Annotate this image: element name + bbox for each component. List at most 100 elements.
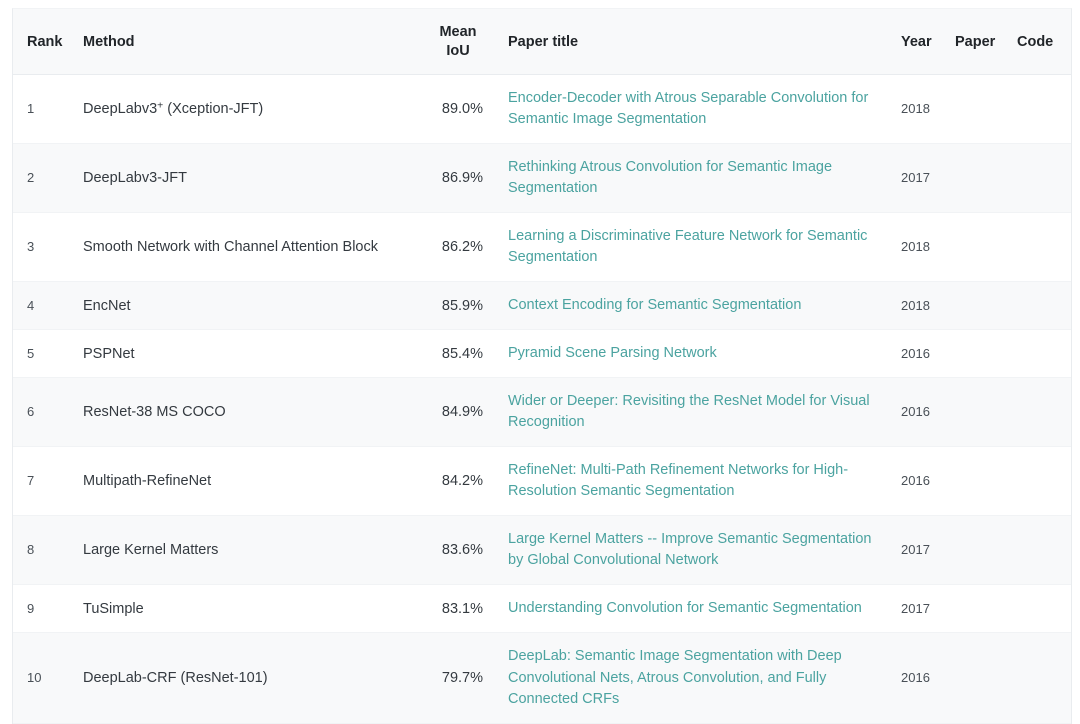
leaderboard-page: Rank Method Mean IoU Paper title Year Pa… xyxy=(0,0,1080,692)
method-name-prefix: DeepLabv3 xyxy=(83,101,157,117)
cell-paper-link[interactable] xyxy=(951,516,1013,585)
paper-title-link[interactable]: Rethinking Atrous Convolution for Semant… xyxy=(508,157,885,199)
cell-paper-title: Large Kernel Matters -- Improve Semantic… xyxy=(495,516,899,585)
cell-mean-iou: 83.1% xyxy=(423,585,495,633)
cell-method: TuSimple xyxy=(71,585,423,633)
cell-method: Smooth Network with Channel Attention Bl… xyxy=(71,213,423,282)
cell-code-link[interactable] xyxy=(1013,516,1071,585)
cell-code-link[interactable] xyxy=(1013,585,1071,633)
cell-paper-title: Understanding Convolution for Semantic S… xyxy=(495,585,899,633)
cell-code-link[interactable] xyxy=(1013,144,1071,213)
cell-paper-title: Learning a Discriminative Feature Networ… xyxy=(495,213,899,282)
table-row[interactable]: 7Multipath-RefineNet84.2% RefineNet: Mult… xyxy=(13,447,1071,516)
cell-mean-iou: 85.4% xyxy=(423,330,495,378)
cell-year: 2016 xyxy=(899,633,951,723)
table-row[interactable]: 9TuSimple83.1% Understanding Convolution … xyxy=(13,585,1071,633)
column-header-mean-iou-line1: Mean xyxy=(439,24,476,40)
cell-rank: 1 xyxy=(13,75,71,144)
cell-mean-iou: 85.9% xyxy=(423,282,495,330)
cell-mean-iou: 89.0% xyxy=(423,75,495,144)
cell-code-link[interactable] xyxy=(1013,282,1071,330)
column-header-paper-title[interactable]: Paper title xyxy=(495,9,899,75)
table-row[interactable]: 4EncNet85.9% Context Encoding for Semanti… xyxy=(13,282,1071,330)
cell-paper-link[interactable] xyxy=(951,633,1013,723)
cell-year: 2017 xyxy=(899,144,951,213)
table-row[interactable]: 1DeepLabv3+ (Xception-JFT)89.0% Encoder-D… xyxy=(13,75,1071,144)
cell-mean-iou: 84.9% xyxy=(423,378,495,447)
table-row[interactable]: 6ResNet-38 MS COCO84.9%Wider or Deeper: … xyxy=(13,378,1071,447)
paper-title-link[interactable]: Wider or Deeper: Revisiting the ResNet M… xyxy=(508,391,885,433)
table-body: 1DeepLabv3+ (Xception-JFT)89.0% Encoder-D… xyxy=(13,75,1071,723)
cell-rank: 9 xyxy=(13,585,71,633)
paper-title-link[interactable]: DeepLab: Semantic Image Segmentation wit… xyxy=(508,646,885,709)
table-header: Rank Method Mean IoU Paper title Year Pa… xyxy=(13,9,1071,75)
cell-code-link[interactable] xyxy=(1013,378,1071,447)
paper-title-link[interactable]: Large Kernel Matters -- Improve Semantic… xyxy=(508,529,885,571)
cell-paper-title: RefineNet: Multi-Path Refinement Network… xyxy=(495,447,899,516)
cell-year: 2016 xyxy=(899,330,951,378)
cell-rank: 10 xyxy=(13,633,71,723)
cell-method: EncNet xyxy=(71,282,423,330)
paper-title-link[interactable]: Context Encoding for Semantic Segmentati… xyxy=(508,295,801,316)
table-header-row: Rank Method Mean IoU Paper title Year Pa… xyxy=(13,9,1071,75)
table-row[interactable]: 3Smooth Network with Channel Attention B… xyxy=(13,213,1071,282)
cell-year: 2018 xyxy=(899,282,951,330)
cell-paper-link[interactable] xyxy=(951,447,1013,516)
paper-title-link[interactable]: Pyramid Scene Parsing Network xyxy=(508,343,717,364)
cell-paper-link[interactable] xyxy=(951,330,1013,378)
cell-paper-title: Pyramid Scene Parsing Network xyxy=(495,330,899,378)
paper-title-link[interactable]: Understanding Convolution for Semantic S… xyxy=(508,598,862,619)
paper-title-link[interactable]: RefineNet: Multi-Path Refinement Network… xyxy=(508,460,885,502)
method-name-suffix: (Xception-JFT) xyxy=(163,101,263,117)
column-header-method[interactable]: Method xyxy=(71,9,423,75)
cell-rank: 5 xyxy=(13,330,71,378)
cell-code-link[interactable] xyxy=(1013,330,1071,378)
cell-paper-link[interactable] xyxy=(951,585,1013,633)
column-header-mean-iou[interactable]: Mean IoU xyxy=(423,9,495,75)
cell-mean-iou: 83.6% xyxy=(423,516,495,585)
cell-rank: 3 xyxy=(13,213,71,282)
cell-paper-link[interactable] xyxy=(951,378,1013,447)
cell-rank: 7 xyxy=(13,447,71,516)
paper-title-link[interactable]: Learning a Discriminative Feature Networ… xyxy=(508,226,885,268)
leaderboard-table: Rank Method Mean IoU Paper title Year Pa… xyxy=(13,9,1071,724)
cell-rank: 4 xyxy=(13,282,71,330)
cell-year: 2016 xyxy=(899,447,951,516)
leaderboard-table-container: Rank Method Mean IoU Paper title Year Pa… xyxy=(12,8,1072,724)
cell-paper-title: Context Encoding for Semantic Segmentati… xyxy=(495,282,899,330)
cell-method: DeepLab-CRF (ResNet-101) xyxy=(71,633,423,723)
cell-year: 2017 xyxy=(899,585,951,633)
table-row[interactable]: 5PSPNet85.4%Pyramid Scene Parsing Networ… xyxy=(13,330,1071,378)
table-row[interactable]: 2DeepLabv3-JFT86.9%Rethinking Atrous Con… xyxy=(13,144,1071,213)
cell-rank: 2 xyxy=(13,144,71,213)
cell-paper-title: Rethinking Atrous Convolution for Semant… xyxy=(495,144,899,213)
cell-paper-link[interactable] xyxy=(951,75,1013,144)
table-row[interactable]: 10DeepLab-CRF (ResNet-101)79.7%DeepLab: … xyxy=(13,633,1071,723)
cell-paper-link[interactable] xyxy=(951,144,1013,213)
column-header-paper-link[interactable]: Paper xyxy=(951,9,1013,75)
cell-year: 2018 xyxy=(899,213,951,282)
cell-mean-iou: 84.2% xyxy=(423,447,495,516)
cell-code-link[interactable] xyxy=(1013,633,1071,723)
column-header-mean-iou-line2: IoU xyxy=(446,43,469,59)
cell-paper-link[interactable] xyxy=(951,282,1013,330)
cell-rank: 8 xyxy=(13,516,71,585)
cell-code-link[interactable] xyxy=(1013,213,1071,282)
cell-year: 2017 xyxy=(899,516,951,585)
cell-method: ResNet-38 MS COCO xyxy=(71,378,423,447)
paper-title-link[interactable]: Encoder-Decoder with Atrous Separable Co… xyxy=(508,88,885,130)
cell-method: DeepLabv3+ (Xception-JFT) xyxy=(71,75,423,144)
cell-paper-title: DeepLab: Semantic Image Segmentation wit… xyxy=(495,633,899,723)
cell-year: 2016 xyxy=(899,378,951,447)
cell-code-link[interactable] xyxy=(1013,75,1071,144)
column-header-rank[interactable]: Rank xyxy=(13,9,71,75)
cell-mean-iou: 79.7% xyxy=(423,633,495,723)
cell-paper-link[interactable] xyxy=(951,213,1013,282)
cell-paper-title: Encoder-Decoder with Atrous Separable Co… xyxy=(495,75,899,144)
cell-method: Multipath-RefineNet xyxy=(71,447,423,516)
column-header-code[interactable]: Code xyxy=(1013,9,1071,75)
column-header-year[interactable]: Year xyxy=(899,9,951,75)
cell-code-link[interactable] xyxy=(1013,447,1071,516)
cell-mean-iou: 86.2% xyxy=(423,213,495,282)
table-row[interactable]: 8Large Kernel Matters83.6%Large Kernel M… xyxy=(13,516,1071,585)
